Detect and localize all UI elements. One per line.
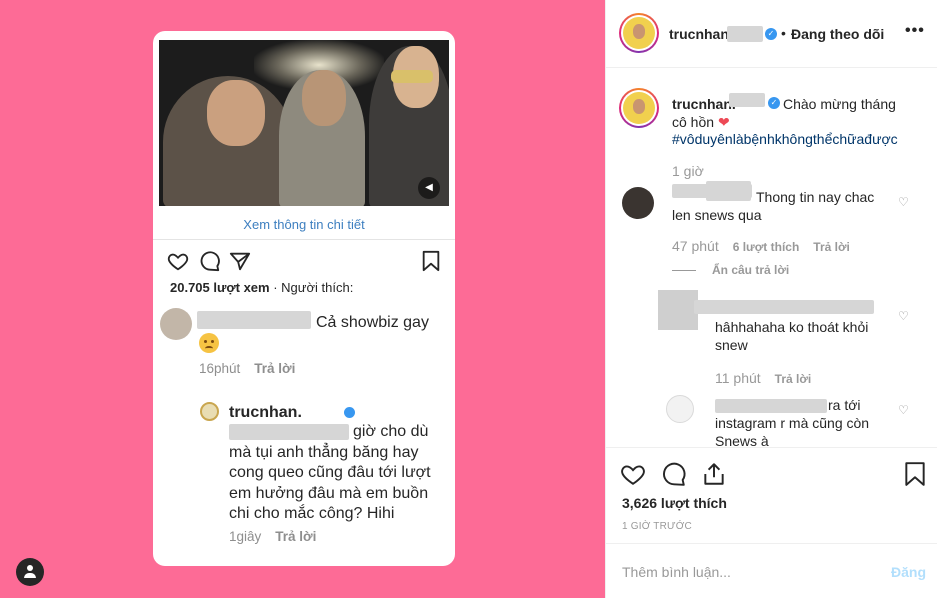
hashtag-link[interactable]: #vôduyênlàbệnhkhôngthểchữađược [672,131,898,147]
post-action-bar: 3,626 lượt thích 1 GIỜ TRƯỚC [606,447,937,543]
caption-time: 1 giờ [672,163,704,179]
reply-link[interactable]: Trả lời [775,372,812,386]
post-sidebar: trucnhan. ✓ • Đang theo dõi ••• Chào mừn… [605,0,937,598]
person-left-head [207,80,265,146]
likes-count[interactable]: 3,626 lượt thích [622,495,727,511]
comment-form: Đăng [606,543,937,598]
comment-text: Thong tin nay chac len snews qua [672,189,875,223]
comment-text: Cả showbiz gay [316,314,429,331]
share-icon[interactable] [701,461,727,487]
verified-badge-icon: ✓ [768,97,780,109]
verified-badge-icon [344,407,355,418]
reply-meta: 1giây Trả lời [229,529,316,544]
blurred-username [694,300,874,314]
comment-meta: 16phút Trả lời [199,361,295,376]
hide-replies-link[interactable]: Ẩn câu trả lời [672,263,789,277]
reply-username: trucnhan. [229,404,302,421]
comment-likes[interactable]: 6 lượt thích [733,240,800,254]
avatar[interactable] [619,13,659,53]
verified-badge-icon: ✓ [765,28,777,40]
blurred-username [197,311,311,329]
reply-text: ra tới instagram r mà cũng còn Snews à [715,397,870,447]
video-info-link[interactable]: Xem thông tin chi tiết [153,217,455,232]
more-options-icon[interactable]: ••• [905,22,925,40]
reply-meta: 11 phút Trả lời [715,370,811,386]
comment-icon[interactable] [661,461,687,487]
comment-icon [200,251,220,272]
reply-link: Trả lời [254,361,296,376]
disappointed-face-icon [199,333,219,353]
avatar [200,402,219,421]
reply-time: 1giây [229,529,262,544]
screenshot-phone: ◀ Xem thông tin chi tiết 20.705 lượt xem… [153,31,455,566]
username[interactable]: trucnhan. [669,26,733,42]
reply-link[interactable]: Trả lời [813,240,850,254]
comment-time: 47 phút [672,238,719,254]
reply-time: 11 phút [715,370,761,386]
blurred-username-part [729,93,765,107]
avatar[interactable] [622,187,654,219]
reply-link: Trả lời [275,529,317,544]
bookmark-icon [422,250,440,272]
blurred-mention [229,423,349,440]
views-line: 20.705 lượt xem · Người thích: [170,280,353,295]
avatar[interactable] [666,395,694,423]
post-comment-button[interactable]: Đăng [891,564,926,580]
following-button[interactable]: Đang theo dõi [791,26,884,42]
views-suffix: · Người thích: [269,280,354,295]
comment-meta: 47 phút 6 lượt thích Trả lời [672,238,850,254]
like-reply-icon[interactable]: ♡ [898,309,909,323]
divider [153,239,455,240]
comment-input[interactable] [622,564,872,580]
screenshot-action-bar [167,250,443,272]
views-count: 20.705 lượt xem [170,280,270,295]
caption-username[interactable]: trucnhan. [672,96,736,112]
separator-dot: • [781,25,786,41]
reply-text: giờ cho dù mà tụi anh thẳng băng hay con… [229,423,431,522]
video-thumbnail[interactable]: ◀ [159,40,449,206]
avatar[interactable] [619,88,659,128]
red-heart-icon: ❤ [717,114,730,130]
tagged-user-icon[interactable] [16,558,44,586]
bookmark-icon[interactable] [904,461,926,487]
post-timestamp[interactable]: 1 GIỜ TRƯỚC [622,521,692,532]
mute-icon[interactable]: ◀ [418,177,440,199]
blurred-username-part [727,26,763,42]
like-reply-icon[interactable]: ♡ [898,403,909,417]
post-image-area[interactable]: ◀ Xem thông tin chi tiết 20.705 lượt xem… [0,0,605,598]
avatar[interactable] [658,290,698,330]
heart-icon [167,253,189,271]
avatar [160,308,192,340]
comment-time: 16phút [199,361,241,376]
like-comment-icon[interactable]: ♡ [898,195,909,209]
sunglasses [391,70,433,83]
share-icon [229,252,251,271]
comments-scroll-area[interactable]: Chào mừng tháng cô hồn ❤ trucnhan. ✓ #vô… [606,69,937,447]
reply-text: hâhhahaha ko thoát khỏi snew [715,319,869,353]
person-middle-head [302,70,346,126]
heart-icon[interactable] [620,461,646,487]
post-header: trucnhan. ✓ • Đang theo dõi ••• [606,0,937,68]
